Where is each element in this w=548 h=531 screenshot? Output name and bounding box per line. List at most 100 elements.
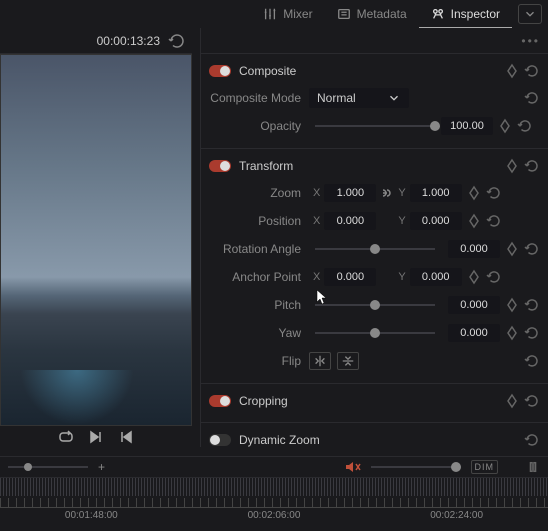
dropdown-value: Normal (317, 91, 356, 105)
keyframe-icon[interactable] (466, 185, 482, 201)
tab-label: Inspector (451, 7, 500, 21)
tab-label: Metadata (357, 7, 407, 21)
mute-icon[interactable] (343, 458, 361, 476)
axis-x-label: X (309, 187, 324, 199)
timeline-ruler[interactable]: 00:01:48:00 00:02:06:00 00:02:24:00 (0, 498, 548, 528)
keyframe-icon[interactable] (504, 158, 520, 174)
opacity-slider[interactable] (315, 125, 435, 127)
zoom-x-input[interactable] (324, 184, 376, 202)
timeline-zoom-slider[interactable] (8, 466, 88, 468)
loop-button[interactable] (57, 428, 75, 446)
cropping-enable-toggle[interactable] (209, 395, 231, 407)
prev-frame-button[interactable] (117, 428, 135, 446)
opacity-label: Opacity (209, 119, 309, 133)
reset-icon[interactable] (524, 90, 540, 106)
transport-controls (0, 424, 192, 450)
opacity-input[interactable] (441, 117, 493, 135)
reset-icon[interactable] (486, 185, 502, 201)
zoom-y-input[interactable] (410, 184, 462, 202)
inspector-header: ••• (201, 28, 548, 54)
chevron-down-icon (387, 91, 401, 105)
inspector-panel: ••• Composite Composite Mode Normal Opac… (200, 28, 548, 447)
reset-icon[interactable] (524, 241, 540, 257)
yaw-input[interactable] (448, 324, 500, 342)
composite-mode-dropdown[interactable]: Normal (309, 88, 409, 108)
reset-icon[interactable] (524, 297, 540, 313)
top-tab-bar: Mixer Metadata Inspector (251, 0, 548, 28)
more-icon[interactable]: ••• (521, 34, 540, 48)
flip-horizontal-button[interactable] (309, 352, 331, 370)
ruler-label: 00:02:06:00 (248, 510, 301, 521)
metadata-icon (337, 7, 351, 21)
reset-icon[interactable] (486, 213, 502, 229)
tab-overflow-button[interactable] (518, 4, 542, 24)
next-frame-button[interactable] (87, 428, 105, 446)
keyframe-icon[interactable] (504, 241, 520, 257)
viewer-header: 00:00:13:23 (0, 28, 192, 54)
tab-mixer[interactable]: Mixer (251, 0, 324, 28)
link-icon[interactable] (378, 186, 392, 200)
ruler-label: 00:01:48:00 (65, 510, 118, 521)
tab-inspector[interactable]: Inspector (419, 0, 512, 28)
composite-mode-label: Composite Mode (209, 91, 309, 105)
yaw-slider[interactable] (315, 332, 435, 334)
keyframe-icon[interactable] (497, 118, 513, 134)
dynamic-zoom-enable-toggle[interactable] (209, 434, 231, 446)
anchor-label: Anchor Point (209, 270, 309, 284)
position-x-input[interactable] (324, 212, 376, 230)
pitch-label: Pitch (209, 298, 309, 312)
viewer-panel: 00:00:13:23 (0, 28, 192, 426)
viewer-timecode[interactable]: 00:00:13:23 (97, 34, 160, 48)
section-dynamic-zoom: Dynamic Zoom (201, 423, 548, 447)
section-transform: Transform Zoom X Y Position X Y Rotat (201, 149, 548, 384)
loop-icon[interactable] (168, 32, 186, 50)
reset-icon[interactable] (524, 432, 540, 447)
keyframe-icon[interactable] (504, 63, 520, 79)
reset-icon[interactable] (524, 393, 540, 409)
keyframe-icon[interactable] (466, 269, 482, 285)
mixer-icon (263, 7, 277, 21)
section-composite: Composite Composite Mode Normal Opacity (201, 54, 548, 149)
inspector-icon (431, 7, 445, 21)
tab-metadata[interactable]: Metadata (325, 0, 419, 28)
position-label: Position (209, 214, 309, 228)
zoom-in-icon[interactable]: + (98, 460, 105, 474)
section-title: Cropping (239, 394, 288, 408)
timeline-strip[interactable] (0, 478, 548, 496)
anchor-y-input[interactable] (410, 268, 462, 286)
section-title: Composite (239, 64, 296, 78)
rotation-input[interactable] (448, 240, 500, 258)
reset-icon[interactable] (524, 353, 540, 369)
keyframe-icon[interactable] (504, 393, 520, 409)
keyframe-icon[interactable] (504, 325, 520, 341)
reset-icon[interactable] (524, 325, 540, 341)
anchor-x-input[interactable] (324, 268, 376, 286)
chevron-down-icon (523, 7, 537, 21)
volume-slider[interactable] (371, 466, 461, 468)
section-title: Transform (239, 159, 293, 173)
reset-icon[interactable] (524, 158, 540, 174)
reset-icon[interactable] (517, 118, 533, 134)
section-cropping: Cropping (201, 384, 548, 423)
pitch-slider[interactable] (315, 304, 435, 306)
tab-label: Mixer (283, 7, 312, 21)
axis-y-label: Y (394, 187, 409, 199)
axis-y-label: Y (394, 215, 409, 227)
pitch-input[interactable] (448, 296, 500, 314)
section-title: Dynamic Zoom (239, 433, 320, 447)
axis-y-label: Y (394, 271, 409, 283)
composite-enable-toggle[interactable] (209, 65, 231, 77)
keyframe-icon[interactable] (466, 213, 482, 229)
transform-enable-toggle[interactable] (209, 160, 231, 172)
reset-icon[interactable] (524, 63, 540, 79)
viewer-canvas[interactable] (0, 54, 192, 426)
zoom-label: Zoom (209, 186, 309, 200)
position-y-input[interactable] (410, 212, 462, 230)
flip-vertical-button[interactable] (337, 352, 359, 370)
meter-icon[interactable] (526, 460, 540, 474)
keyframe-icon[interactable] (504, 297, 520, 313)
reset-icon[interactable] (486, 269, 502, 285)
dim-button[interactable]: DIM (471, 460, 499, 474)
rotation-slider[interactable] (315, 248, 435, 250)
flip-label: Flip (209, 354, 309, 368)
